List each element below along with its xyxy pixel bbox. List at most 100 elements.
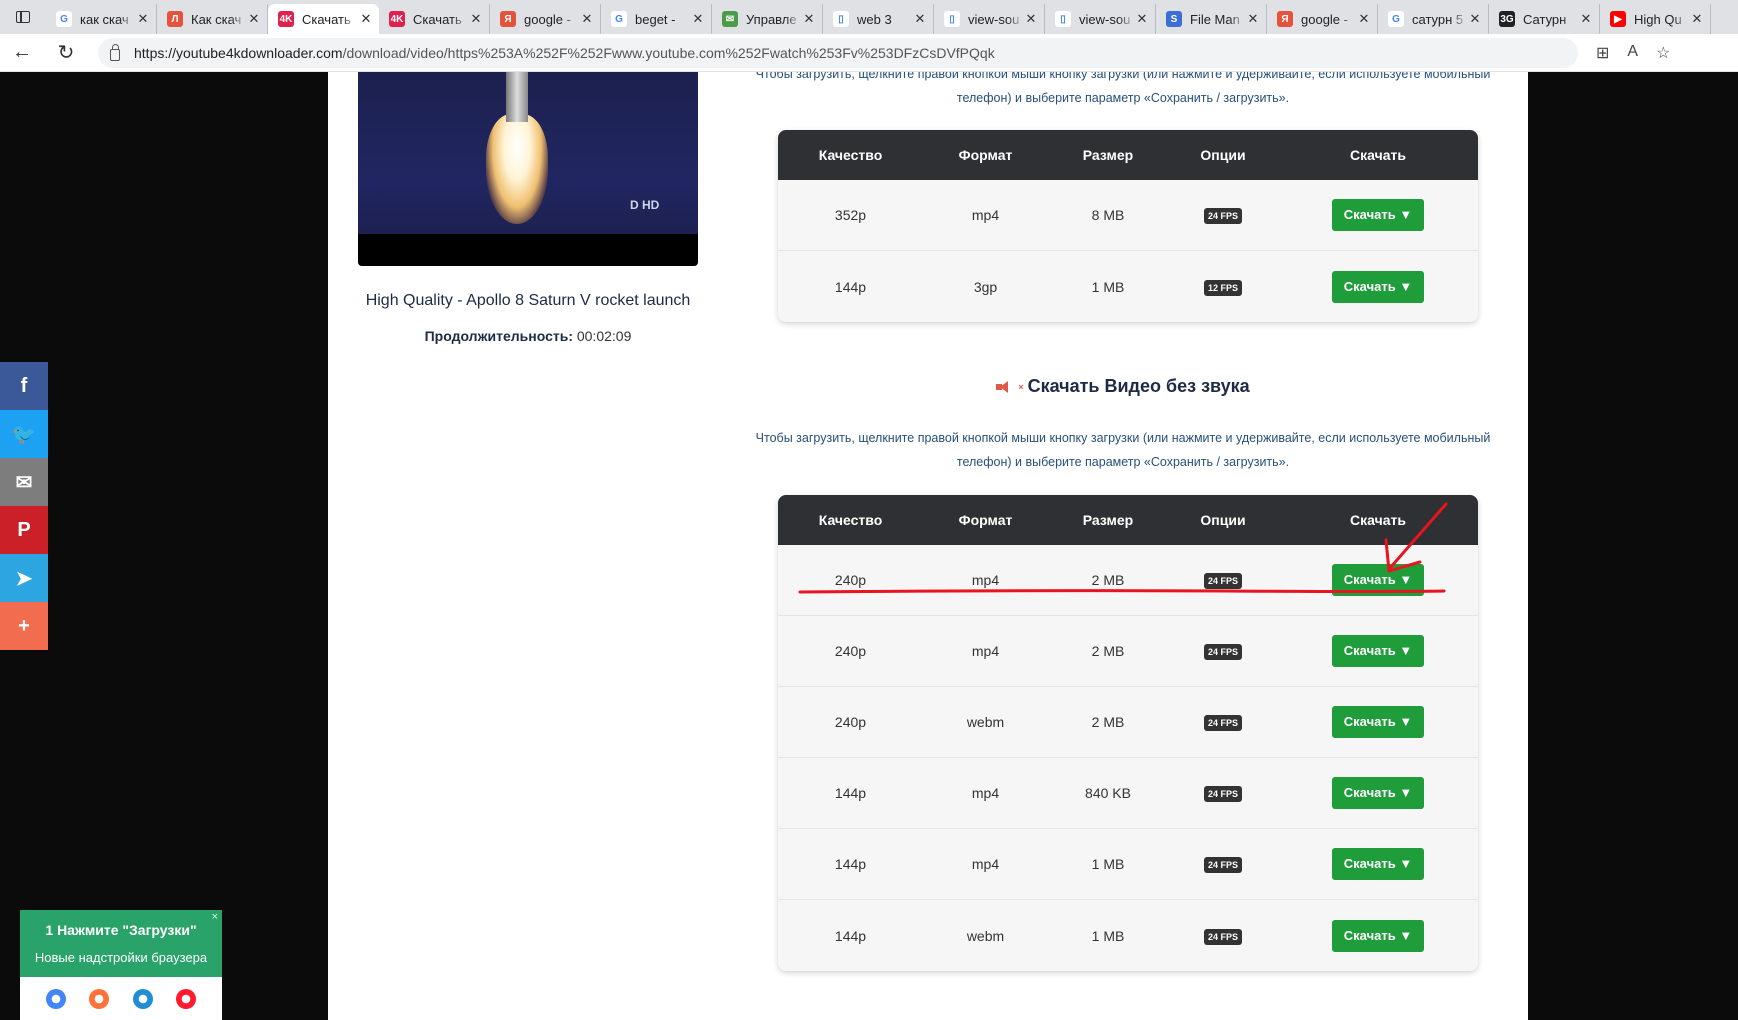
address-toolbar: ← ↻ https://youtube4kdownloader.com/down…	[0, 34, 1738, 72]
tab-list: Gкак скач ✕ Л Как скач ✕ 4K Скачать ✕ 4K Скачать ✕…	[46, 0, 1711, 34]
cell-download: Скачать ▼	[1278, 777, 1478, 809]
twitter-share-button[interactable]: 🐦	[0, 410, 48, 458]
cell-options: 24 FPS	[1168, 927, 1278, 945]
browser-tab[interactable]: Л Как скач ✕	[157, 4, 268, 34]
google-icon: G	[56, 11, 72, 27]
browser-tab[interactable]: ▯ view-sou ✕	[934, 4, 1045, 34]
reload-button[interactable]: ↻	[44, 34, 88, 72]
browser-tab[interactable]: 4K Скачать ✕	[379, 4, 490, 34]
youtube-icon: ▶	[1610, 11, 1626, 27]
no-audio-download-table: Качество Формат Размер Опции Скачать 240p mp4 2…	[778, 495, 1478, 971]
download-button[interactable]: Скачать ▼	[1332, 199, 1424, 231]
cell-format: 3gp	[973, 278, 998, 295]
cell-options: 24 FPS	[1168, 855, 1278, 873]
back-button[interactable]: ←	[0, 34, 44, 72]
cell-size: 2 MB	[1091, 643, 1125, 659]
more-share-button[interactable]: +	[0, 602, 48, 650]
download-button[interactable]: Скачать ▼	[1332, 919, 1424, 952]
fps-badge: 24 FPS	[1203, 208, 1242, 224]
chrome-icon[interactable]	[45, 988, 66, 1009]
4k-icon: 4K	[278, 11, 294, 27]
tab-close-icon[interactable]: ✕	[1579, 11, 1593, 27]
table-row: 240p mp4 2 MB 24 FPS Скачать ▼	[778, 616, 1478, 687]
email-icon: ✉	[15, 471, 33, 494]
tab-close-icon[interactable]: ✕	[359, 11, 373, 27]
tab-title: beget -	[635, 11, 676, 27]
pinterest-share-button[interactable]: P	[0, 506, 48, 554]
browser-tab[interactable]: 4K Скачать ✕	[268, 4, 379, 34]
cell-format: webm	[966, 714, 1005, 730]
download-button[interactable]: Скачать ▼	[1332, 848, 1424, 880]
tab-close-icon[interactable]: ✕	[247, 11, 261, 27]
browser-tab[interactable]: Gbeget - ✕	[601, 4, 712, 34]
read-aloud-icon[interactable]: A	[1627, 43, 1638, 63]
social-share-bar: f 🐦 ✉ P ➤ +	[0, 362, 48, 650]
fps-badge: 24 FPS	[1203, 786, 1242, 802]
collections-icon[interactable]: ⊞	[1596, 43, 1609, 63]
url-host: https://youtube4kdownloader.com	[134, 44, 343, 61]
google-icon: G	[611, 11, 627, 27]
cell-quality: 240p	[834, 643, 867, 659]
cell-size: 1 MB	[1091, 278, 1125, 295]
cell-format: mp4	[971, 785, 1000, 801]
download-button[interactable]: Скачать ▼	[1332, 635, 1424, 667]
browser-tab[interactable]: Яgoogle - ✕	[490, 4, 601, 34]
opera-icon[interactable]	[176, 988, 197, 1009]
tab-close-icon[interactable]: ✕	[1690, 11, 1704, 27]
page-icon: ▯	[944, 11, 960, 27]
download-button[interactable]: Скачать ▼	[1332, 706, 1424, 738]
browser-tab[interactable]: 3G Сатурн ✕	[1489, 4, 1600, 34]
edge-icon[interactable]	[132, 988, 153, 1009]
browser-tab[interactable]: Gсатурн 5 ✕	[1378, 4, 1489, 34]
url-bar[interactable]: https://youtube4kdownloader.com/download…	[98, 37, 1578, 68]
cell-download: Скачать ▼	[1278, 919, 1478, 952]
browser-tab[interactable]: ✉ Управле ✕	[712, 4, 823, 34]
tab-close-icon[interactable]: ✕	[469, 11, 483, 27]
favorites-star-icon[interactable]: ☆	[1656, 43, 1670, 63]
web-page: D HD High Quality - Apollo 8 Saturn V ro…	[0, 72, 1738, 1020]
tab-title: Скачать	[413, 11, 462, 27]
browser-tab[interactable]: ▶ High Qu ✕	[1600, 4, 1711, 34]
header-quality: Качество	[818, 147, 883, 163]
tab-title: view-sou	[968, 11, 1020, 27]
cell-quality: 144p	[834, 785, 867, 801]
video-thumbnail[interactable]: D HD	[358, 72, 698, 266]
tab-close-icon[interactable]: ✕	[802, 11, 816, 27]
email-share-button[interactable]: ✉	[0, 458, 48, 506]
reload-icon: ↻	[57, 42, 75, 64]
tab-close-icon[interactable]: ✕	[580, 11, 594, 27]
cell-size: 1 MB	[1091, 856, 1125, 872]
video-duration: Продолжительность: 00:02:09	[358, 328, 698, 344]
browser-tab[interactable]: Gкак скач ✕	[46, 4, 157, 34]
download-button[interactable]: Скачать ▼	[1332, 564, 1424, 596]
tab-title: как скач	[80, 11, 129, 27]
popup-header[interactable]: 1 Нажмите "Загрузки" Новые надстройки бр…	[20, 910, 222, 977]
facebook-share-button[interactable]: f	[0, 362, 48, 410]
muted-speaker-icon	[996, 381, 1010, 393]
tab-actions-button[interactable]	[0, 0, 46, 34]
browser-tab[interactable]: ▯ web 3 ✕	[823, 4, 934, 34]
video-download-table: Качество Формат Размер Опции Скачать 352p mp4 8…	[778, 130, 1478, 322]
tab-close-icon[interactable]: ✕	[913, 11, 927, 27]
tab-close-icon[interactable]: ✕	[136, 11, 150, 27]
tab-close-icon[interactable]: ✕	[1357, 11, 1371, 27]
header-quality: Качество	[818, 512, 883, 528]
firefox-icon[interactable]	[89, 988, 110, 1009]
header-options: Опции	[1200, 147, 1246, 163]
tab-close-icon[interactable]: ✕	[1135, 11, 1149, 27]
tab-close-icon[interactable]: ✕	[1246, 11, 1260, 27]
download-button[interactable]: Скачать ▼	[1332, 777, 1424, 809]
telegram-share-button[interactable]: ➤	[0, 554, 48, 602]
browser-tab[interactable]: Яgoogle - ✕	[1267, 4, 1378, 34]
download-button[interactable]: Скачать ▼	[1332, 270, 1424, 303]
cell-quality: 240p	[834, 714, 867, 730]
browser-tab[interactable]: S File Man ✕	[1156, 4, 1267, 34]
tab-close-icon[interactable]: ✕	[1468, 11, 1482, 27]
cell-format: webm	[966, 927, 1005, 944]
plus-icon: +	[18, 614, 30, 637]
browser-tab[interactable]: ▯ view-sou ✕	[1045, 4, 1156, 34]
tab-close-icon[interactable]: ✕	[691, 11, 705, 27]
table-row: 144p 3gp 1 MB 12 FPS Скачать ▼	[778, 251, 1478, 322]
popup-close-icon[interactable]: ×	[212, 911, 218, 923]
tab-close-icon[interactable]: ✕	[1024, 11, 1038, 27]
